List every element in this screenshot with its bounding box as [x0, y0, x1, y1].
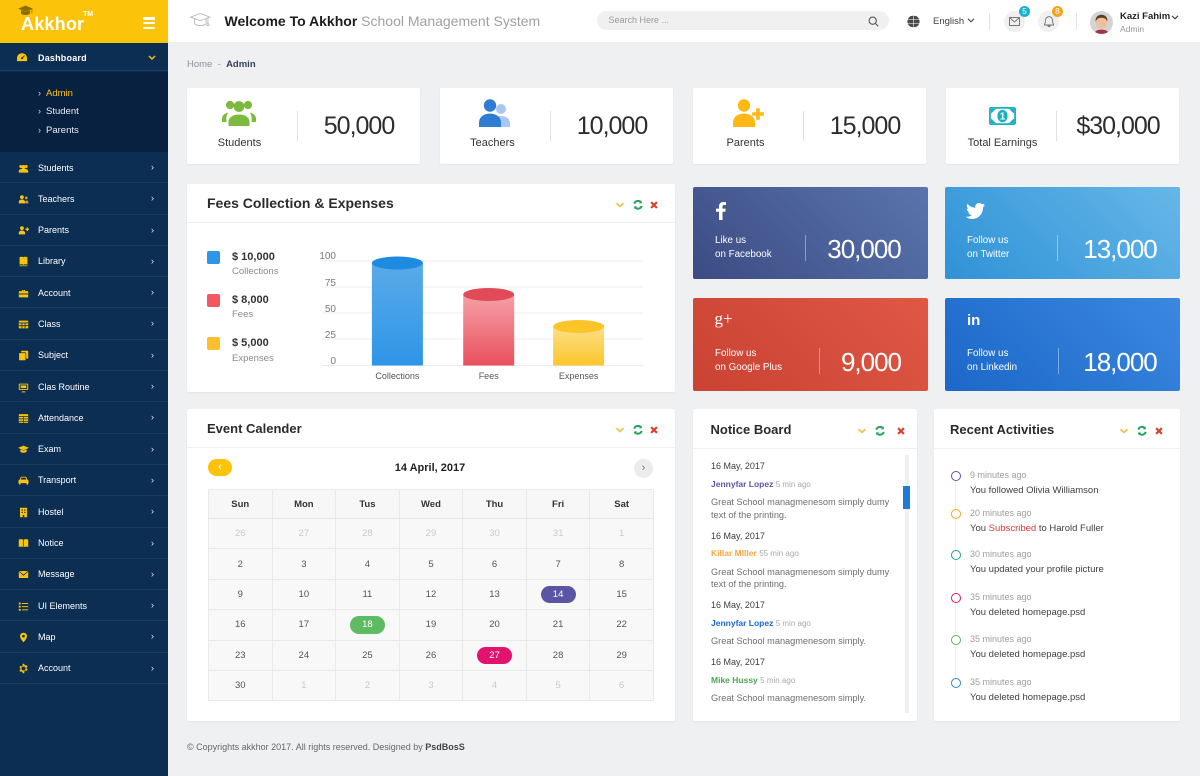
svg-text:25: 25: [325, 330, 337, 341]
svg-text:Expenses: Expenses: [559, 371, 599, 381]
svg-text:1: 1: [1000, 112, 1006, 123]
svg-text:Fees: Fees: [479, 371, 500, 381]
svg-text:50: 50: [325, 304, 337, 315]
svg-text:Collections: Collections: [375, 371, 420, 381]
svg-text:100: 100: [319, 251, 336, 262]
svg-text:0: 0: [330, 356, 336, 367]
svg-text:75: 75: [325, 278, 337, 289]
